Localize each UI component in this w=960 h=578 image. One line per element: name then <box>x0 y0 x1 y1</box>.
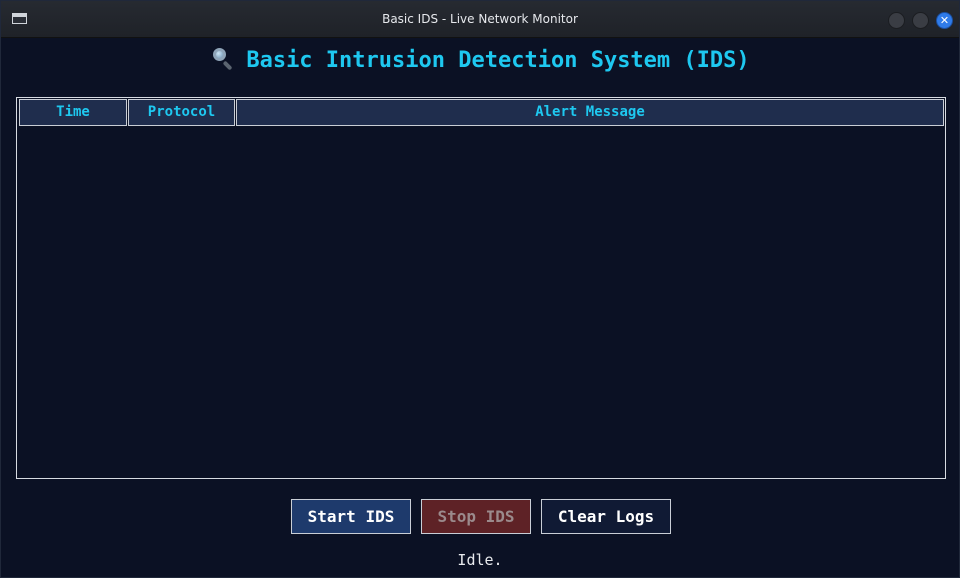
page-title-text: Basic Intrusion Detection System (IDS) <box>246 48 750 73</box>
maximize-button[interactable] <box>912 12 929 29</box>
page-title: Basic Intrusion Detection System (IDS) <box>1 45 959 77</box>
column-header-time[interactable]: Time <box>19 99 127 126</box>
close-button[interactable]: ✕ <box>936 12 953 29</box>
column-header-alert-message[interactable]: Alert Message <box>236 99 944 126</box>
stop-ids-button[interactable]: Stop IDS <box>421 499 531 534</box>
start-ids-button[interactable]: Start IDS <box>291 499 411 534</box>
status-label: Idle. <box>457 551 503 569</box>
magnifier-icon <box>210 46 234 71</box>
clear-logs-button[interactable]: Clear Logs <box>541 499 671 534</box>
minimize-button[interactable] <box>888 12 905 29</box>
app-window: Basic IDS - Live Network Monitor ✕ Basic… <box>0 0 960 578</box>
alert-log-table[interactable]: Time Protocol Alert Message <box>16 97 946 479</box>
close-icon: ✕ <box>939 14 950 27</box>
window-title: Basic IDS - Live Network Monitor <box>382 12 578 26</box>
column-header-protocol[interactable]: Protocol <box>128 99 235 126</box>
table-header: Time Protocol Alert Message <box>19 99 944 126</box>
title-bar[interactable]: Basic IDS - Live Network Monitor ✕ <box>1 1 959 38</box>
